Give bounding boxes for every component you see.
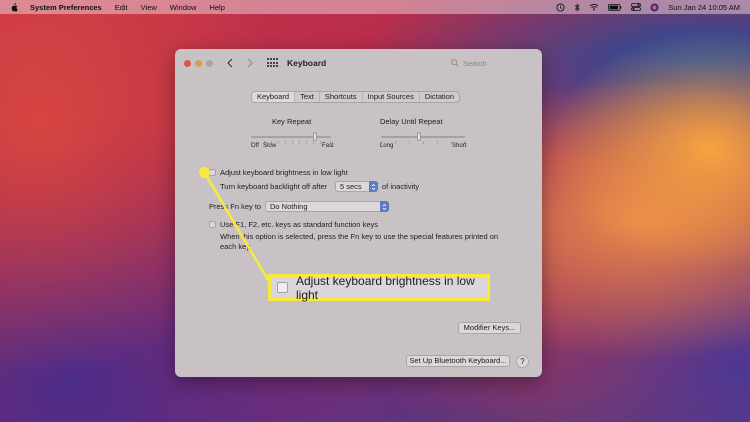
chevron-updown-icon: [380, 201, 389, 212]
menu-app-name[interactable]: System Preferences: [30, 3, 102, 12]
callout-dot: [199, 167, 210, 178]
show-all-grid-icon[interactable]: [267, 58, 279, 68]
key-repeat-label: Key Repeat: [272, 117, 312, 126]
delay-until-repeat-thumb[interactable]: [417, 132, 421, 141]
menu-view[interactable]: View: [141, 3, 157, 12]
key-repeat-slow-label: Slow: [263, 143, 277, 149]
apple-menu-icon[interactable]: [10, 2, 18, 12]
keyboard-preferences-window: Keyboard Search Keyboard Text Shortcuts …: [175, 49, 542, 377]
key-repeat-slider[interactable]: [251, 132, 331, 144]
callout-label: Adjust keyboard brightness in low light: [296, 273, 475, 302]
delay-long-label: Long: [380, 143, 394, 149]
fn-key-select[interactable]: Do Nothing: [265, 201, 389, 212]
control-center-icon[interactable]: [631, 3, 642, 11]
adjust-brightness-checkbox[interactable]: [209, 169, 216, 176]
search-placeholder: Search: [463, 58, 487, 68]
close-button[interactable]: [184, 59, 191, 67]
backlight-off-label: Turn keyboard backlight off after: [220, 182, 328, 191]
menu-clock[interactable]: Sun Jan 24 10:05 AM: [668, 3, 740, 12]
bluetooth-keyboard-button[interactable]: Set Up Bluetooth Keyboard...: [406, 355, 510, 367]
backlight-off-value: 5 secs: [340, 182, 362, 191]
chevron-left-icon: [227, 58, 233, 68]
key-repeat-thumb[interactable]: [313, 132, 317, 141]
fkeys-label: Use F1, F2, etc. keys as standard functi…: [220, 220, 378, 229]
tab-text[interactable]: Text: [295, 92, 320, 102]
fkeys-note-line1: When this option is selected, press the …: [220, 232, 499, 241]
menu-window[interactable]: Window: [170, 3, 197, 12]
delay-until-repeat-slider[interactable]: [381, 132, 465, 144]
delay-until-repeat-label: Delay Until Repeat: [380, 117, 443, 126]
delay-short-label: Short: [452, 143, 467, 149]
menu-help[interactable]: Help: [209, 3, 224, 12]
fn-key-label: Press Fn key to: [209, 202, 262, 211]
bluetooth-icon[interactable]: [574, 3, 580, 12]
menu-bar: System Preferences Edit View Window Help…: [0, 0, 750, 14]
menu-edit[interactable]: Edit: [115, 3, 128, 12]
tab-input-sources[interactable]: Input Sources: [363, 92, 420, 102]
fkeys-checkbox[interactable]: [209, 221, 216, 228]
siri-icon[interactable]: [650, 3, 659, 12]
modifier-keys-button[interactable]: Modifier Keys...: [458, 322, 521, 334]
zoom-button[interactable]: [206, 59, 213, 67]
tab-shortcuts[interactable]: Shortcuts: [320, 92, 363, 102]
backlight-off-select[interactable]: 5 secs: [335, 181, 378, 192]
chevron-right-icon: [247, 58, 253, 68]
search-field[interactable]: Search: [448, 56, 532, 70]
forward-button[interactable]: [243, 56, 257, 70]
tab-bar: Keyboard Text Shortcuts Input Sources Di…: [251, 91, 461, 103]
key-repeat-fast-label: Fast: [322, 143, 334, 149]
tab-keyboard[interactable]: Keyboard: [252, 92, 296, 102]
window-title: Keyboard: [287, 58, 327, 68]
backlight-off-suffix: of inactivity: [382, 182, 420, 191]
battery-icon[interactable]: [608, 3, 622, 11]
minimize-button[interactable]: [195, 59, 202, 67]
search-icon: [451, 59, 459, 67]
status-menus: Sun Jan 24 10:05 AM: [556, 3, 740, 12]
back-button[interactable]: [223, 56, 237, 70]
wifi-icon[interactable]: [589, 3, 599, 11]
help-button[interactable]: ?: [516, 355, 529, 368]
callout-highlight-box: Adjust keyboard brightness in low light: [268, 273, 490, 302]
chevron-updown-icon: [369, 181, 378, 192]
adjust-brightness-label: Adjust keyboard brightness in low light: [220, 168, 348, 177]
fkeys-note-line2: each key.: [220, 242, 252, 251]
tab-dictation[interactable]: Dictation: [420, 92, 459, 102]
time-machine-icon[interactable]: [556, 2, 565, 12]
key-repeat-off-label: Off: [251, 143, 259, 149]
fn-key-value: Do Nothing: [270, 202, 308, 211]
callout-checkbox: [277, 282, 288, 293]
